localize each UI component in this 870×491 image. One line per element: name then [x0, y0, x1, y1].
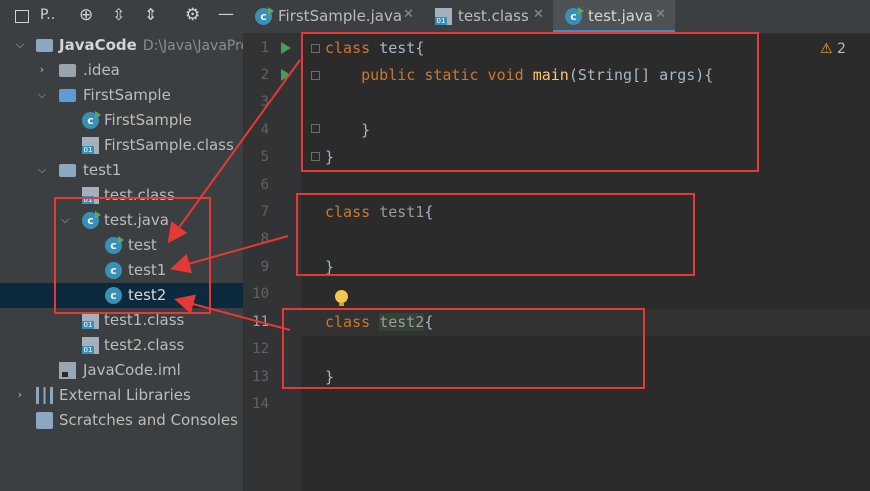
arrow-to-test	[167, 59, 301, 244]
annotation-arrows	[167, 59, 301, 331]
arrow-to-test2	[174, 294, 291, 331]
arrow-to-test1	[170, 235, 289, 274]
